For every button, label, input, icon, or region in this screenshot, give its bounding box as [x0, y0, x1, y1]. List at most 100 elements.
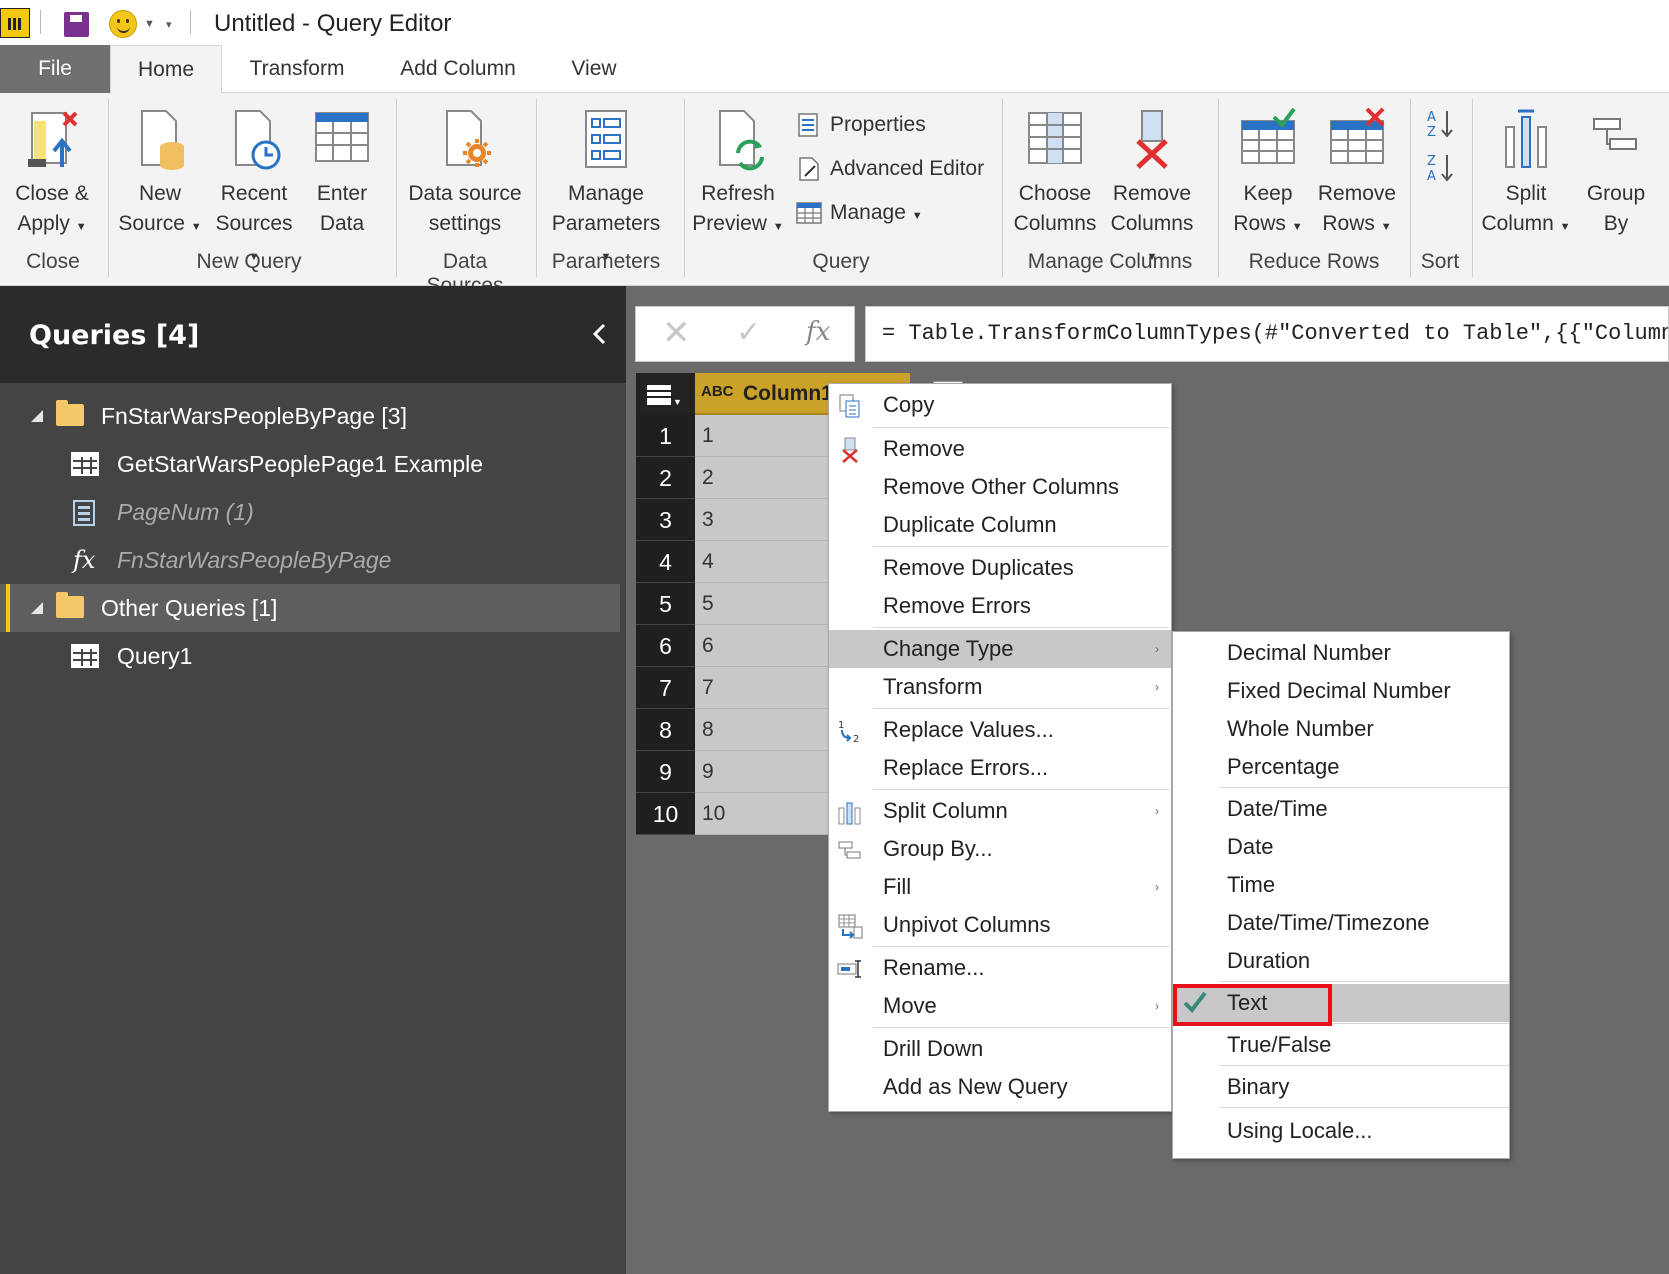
menu-item-label: Using Locale... [1227, 1118, 1373, 1143]
manage-button[interactable]: Manage ▼ [796, 195, 923, 231]
type-using-locale[interactable]: Using Locale... [1173, 1112, 1509, 1150]
row-number: 3 [636, 499, 695, 541]
type-date-time-timezone[interactable]: Date/Time/Timezone [1173, 904, 1509, 942]
group-label-reduce-rows: Reduce Rows [1248, 250, 1380, 273]
cancel-formula-icon[interactable]: ✕ [662, 313, 691, 353]
menu-item-label: Split Column [883, 798, 1008, 823]
queries-panel: Queries [4] FnStarWarsPeopleByPage [3] G… [0, 286, 626, 1274]
group-by-button[interactable]: Group By [1578, 107, 1654, 239]
type-true-false[interactable]: True/False [1173, 1026, 1509, 1064]
queries-header: Queries [4] [0, 286, 626, 383]
tab-view[interactable]: View [560, 45, 628, 93]
type-date[interactable]: Date [1173, 828, 1509, 866]
query-group-fnstarwars[interactable]: FnStarWarsPeopleByPage [3] [0, 392, 626, 440]
divider [1410, 99, 1411, 277]
table-menu-button[interactable]: ▼ [636, 373, 695, 415]
type-date-time[interactable]: Date/Time [1173, 790, 1509, 828]
menu-item-transform[interactable]: Transform › [829, 668, 1171, 706]
menu-item-split-column[interactable]: Split Column › [829, 792, 1171, 830]
type-duration[interactable]: Duration [1173, 942, 1509, 980]
menu-item-label: Remove Errors [883, 593, 1031, 618]
recent-sources-label: Sources [215, 212, 293, 235]
type-fixed-decimal-number[interactable]: Fixed Decimal Number [1173, 672, 1509, 710]
query-item-query1[interactable]: Query1 [0, 632, 626, 680]
type-whole-number[interactable]: Whole Number [1173, 710, 1509, 748]
menu-item-remove[interactable]: Remove [829, 430, 1171, 468]
tab-transform[interactable]: Transform [234, 45, 360, 93]
menu-item-duplicate-column[interactable]: Duplicate Column [829, 506, 1171, 544]
manage-parameters-button[interactable]: Manage Parameters ▼ [544, 107, 668, 272]
menu-item-group-by[interactable]: Group By... [829, 830, 1171, 868]
menu-item-add-as-new-query[interactable]: Add as New Query [829, 1068, 1171, 1106]
text-type-icon[interactable]: ABC [701, 383, 734, 400]
row-number: 6 [636, 625, 695, 667]
tab-file[interactable]: File [0, 45, 110, 93]
menu-separator [873, 708, 1169, 709]
menu-item-label: Percentage [1227, 754, 1340, 779]
menu-item-label: Replace Values... [883, 717, 1054, 742]
formula-input[interactable]: = Table.TransformColumnTypes(#"Converted… [865, 306, 1669, 362]
menu-item-replace-values[interactable]: 12 Replace Values... [829, 711, 1171, 749]
advanced-editor-button[interactable]: Advanced Editor [796, 151, 984, 187]
menu-item-copy[interactable]: Copy [829, 386, 1171, 424]
new-source-button[interactable]: New Source ▼ [118, 107, 202, 242]
feedback-dropdown-icon[interactable]: ▼ [144, 18, 155, 30]
split-column-button[interactable]: Split Column ▼ [1480, 107, 1572, 242]
submenu-arrow-icon: › [1155, 999, 1159, 1013]
collapse-panel-icon[interactable] [590, 322, 608, 346]
dropdown-arrow-icon: ▼ [190, 221, 202, 233]
menu-item-change-type[interactable]: Change Type › [829, 630, 1171, 668]
query-group-label: Other Queries [1] [101, 595, 278, 621]
enter-data-label: Enter [316, 182, 368, 205]
type-binary[interactable]: Binary [1173, 1068, 1509, 1106]
row-number: 7 [636, 667, 695, 709]
feedback-smiley-icon[interactable] [109, 10, 137, 38]
close-apply-button[interactable]: Close & Apply ▼ [6, 107, 98, 242]
save-icon[interactable] [64, 12, 89, 37]
remove-columns-label: Remove [1112, 182, 1192, 205]
data-source-settings-button[interactable]: Data source settings [404, 107, 526, 239]
sort-descending-button[interactable]: Z A [1420, 151, 1460, 192]
column-context-menu: Copy Remove Remove Other Columns Duplica… [828, 383, 1172, 1112]
type-percentage[interactable]: Percentage [1173, 748, 1509, 786]
menu-item-drill-down[interactable]: Drill Down [829, 1030, 1171, 1068]
menu-item-remove-other-columns[interactable]: Remove Other Columns [829, 468, 1171, 506]
expand-icon[interactable] [31, 410, 43, 422]
commit-formula-icon[interactable]: ✓ [736, 315, 761, 350]
menu-item-label: Group By... [883, 836, 993, 861]
query-item-getstarwarspeoplepage1[interactable]: GetStarWarsPeoplePage1 Example [0, 440, 626, 488]
type-decimal-number[interactable]: Decimal Number [1173, 634, 1509, 672]
expand-icon[interactable] [31, 602, 43, 614]
menu-item-rename[interactable]: Rename... [829, 949, 1171, 987]
recent-sources-button[interactable]: Recent Sources ▼ [208, 107, 300, 272]
menu-item-fill[interactable]: Fill › [829, 868, 1171, 906]
query-item-pagenum[interactable]: PageNum (1) [0, 488, 626, 536]
power-bi-logo-icon[interactable] [0, 8, 30, 38]
remove-columns-button[interactable]: Remove Columns ▼ [1104, 107, 1200, 272]
enter-data-button[interactable]: Enter Data [304, 107, 380, 239]
sort-ascending-button[interactable]: A Z [1420, 107, 1460, 148]
remove-rows-button[interactable]: Remove Rows ▼ [1312, 107, 1402, 242]
refresh-preview-button[interactable]: Refresh Preview ▼ [692, 107, 784, 242]
tab-home[interactable]: Home [110, 45, 222, 94]
menu-item-unpivot-columns[interactable]: Unpivot Columns [829, 906, 1171, 944]
close-apply-label: Close & [15, 182, 89, 205]
dropdown-arrow-icon: ▼ [1291, 221, 1303, 233]
menu-item-remove-duplicates[interactable]: Remove Duplicates [829, 549, 1171, 587]
insert-function-icon[interactable]: fx [806, 317, 830, 347]
divider [40, 10, 41, 34]
column-name: Column1 [743, 382, 833, 405]
menu-item-remove-errors[interactable]: Remove Errors [829, 587, 1171, 625]
menu-item-move[interactable]: Move › [829, 987, 1171, 1025]
choose-columns-button[interactable]: Choose Columns [1012, 107, 1098, 239]
properties-button[interactable]: Properties [796, 107, 926, 143]
query-item-fnstarwarspeoplebypage[interactable]: fx FnStarWarsPeopleByPage [0, 536, 626, 584]
menu-item-label: True/False [1227, 1032, 1332, 1057]
menu-item-label: Duration [1227, 948, 1311, 973]
type-time[interactable]: Time [1173, 866, 1509, 904]
query-group-other-queries[interactable]: Other Queries [1] [0, 584, 620, 632]
keep-rows-button[interactable]: Keep Rows ▼ [1226, 107, 1310, 242]
tab-add-column[interactable]: Add Column [388, 45, 528, 93]
customize-toolbar-icon[interactable]: ▾ [166, 18, 172, 31]
menu-item-replace-errors[interactable]: Replace Errors... [829, 749, 1171, 787]
